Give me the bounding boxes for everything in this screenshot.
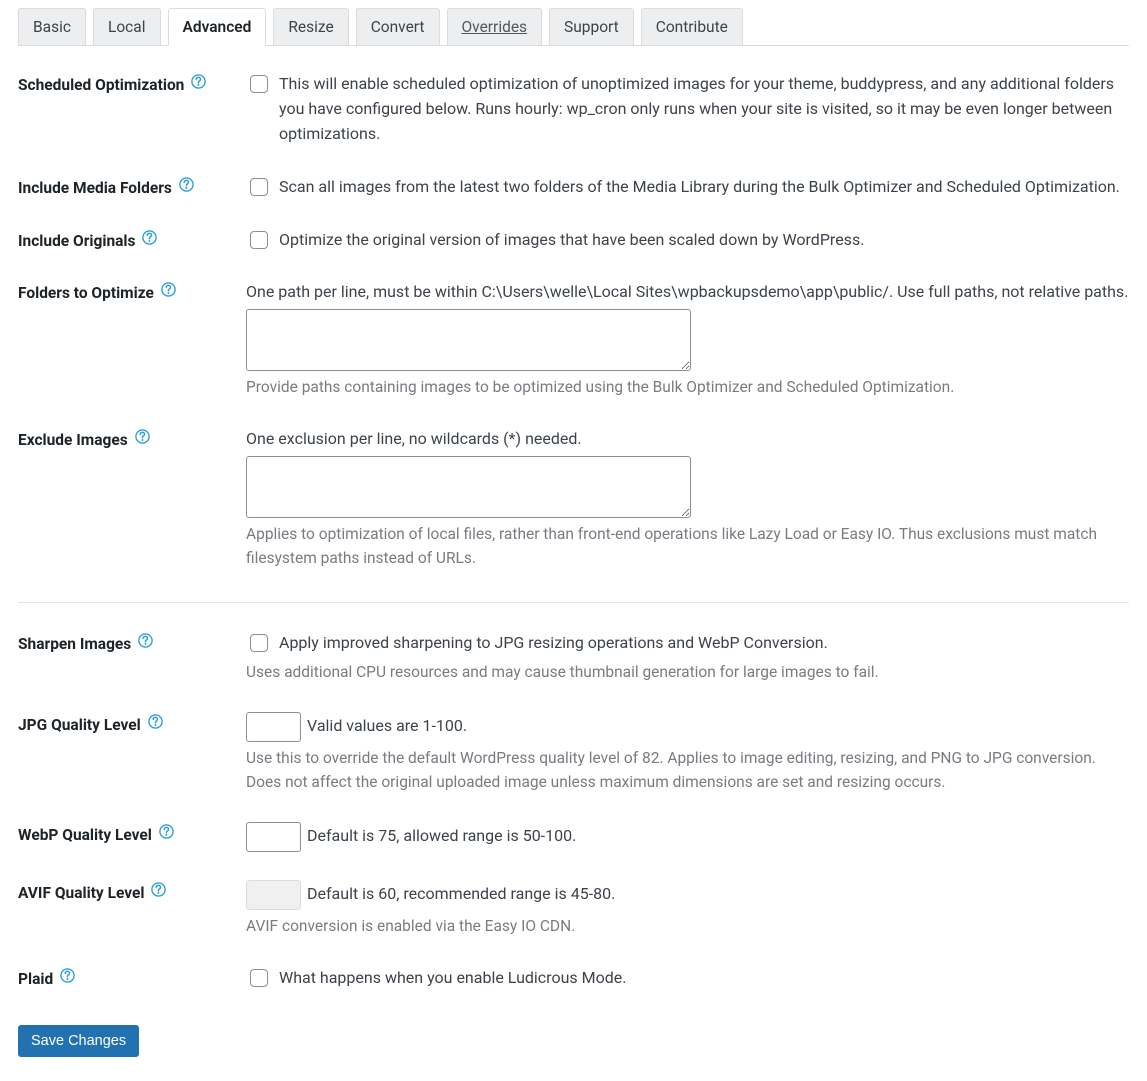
save-changes-button[interactable]: Save Changes: [18, 1025, 139, 1057]
plaid-text: What happens when you enable Ludicrous M…: [279, 966, 626, 991]
label-avif-quality: AVIF Quality Level: [18, 880, 246, 938]
tab-support[interactable]: Support: [549, 8, 634, 45]
help-icon[interactable]: [138, 633, 153, 648]
sharpen-images-checkbox[interactable]: [250, 634, 268, 652]
tab-convert[interactable]: Convert: [356, 8, 440, 45]
label-include-media-folders: Include Media Folders: [18, 175, 246, 200]
help-icon[interactable]: [142, 230, 157, 245]
jpg-quality-input[interactable]: [246, 712, 301, 742]
tab-basic[interactable]: Basic: [18, 8, 86, 45]
help-icon[interactable]: [159, 824, 174, 839]
label-folders-to-optimize: Folders to Optimize: [18, 280, 246, 399]
include-media-folders-text: Scan all images from the latest two fold…: [279, 175, 1120, 200]
webp-quality-input[interactable]: [246, 822, 301, 852]
tab-contribute[interactable]: Contribute: [641, 8, 743, 45]
tab-bar: Basic Local Advanced Resize Convert Over…: [18, 8, 1129, 46]
help-icon[interactable]: [148, 714, 163, 729]
tab-overrides[interactable]: Overrides: [447, 8, 543, 45]
include-originals-checkbox[interactable]: [250, 231, 268, 249]
scheduled-optimization-checkbox[interactable]: [250, 75, 268, 93]
scheduled-optimization-text: This will enable scheduled optimization …: [279, 72, 1129, 146]
include-media-folders-checkbox[interactable]: [250, 178, 268, 196]
jpg-quality-desc: Use this to override the default WordPre…: [246, 746, 1129, 794]
folders-to-optimize-hint-bottom: Provide paths containing images to be op…: [246, 375, 1129, 399]
sharpen-images-text: Apply improved sharpening to JPG resizin…: [279, 631, 828, 656]
folders-to-optimize-textarea[interactable]: [246, 309, 691, 371]
label-sharpen-images: Sharpen Images: [18, 631, 246, 684]
label-exclude-images: Exclude Images: [18, 427, 246, 570]
webp-quality-inline: Default is 75, allowed range is 50-100.: [307, 824, 576, 849]
help-icon[interactable]: [151, 882, 166, 897]
help-icon[interactable]: [161, 282, 176, 297]
help-icon[interactable]: [191, 74, 206, 89]
help-icon[interactable]: [60, 968, 75, 983]
tab-local[interactable]: Local: [93, 8, 161, 45]
sharpen-images-desc: Uses additional CPU resources and may ca…: [246, 660, 1129, 684]
exclude-images-hint-bottom: Applies to optimization of local files, …: [246, 522, 1129, 570]
jpg-quality-inline: Valid values are 1-100.: [307, 714, 467, 739]
include-originals-text: Optimize the original version of images …: [279, 228, 864, 253]
tab-advanced[interactable]: Advanced: [168, 8, 267, 46]
label-include-originals: Include Originals: [18, 228, 246, 253]
help-icon[interactable]: [135, 429, 150, 444]
avif-quality-desc: AVIF conversion is enabled via the Easy …: [246, 914, 1129, 938]
plaid-checkbox[interactable]: [250, 969, 268, 987]
folders-to-optimize-hint-top: One path per line, must be within C:\Use…: [246, 280, 1129, 305]
label-scheduled-optimization: Scheduled Optimization: [18, 72, 246, 146]
tab-resize[interactable]: Resize: [273, 8, 348, 45]
label-jpg-quality: JPG Quality Level: [18, 712, 246, 794]
section-divider: [18, 602, 1129, 603]
label-webp-quality: WebP Quality Level: [18, 822, 246, 852]
exclude-images-textarea[interactable]: [246, 456, 691, 518]
help-icon[interactable]: [179, 177, 194, 192]
label-plaid: Plaid: [18, 966, 246, 991]
avif-quality-inline: Default is 60, recommended range is 45-8…: [307, 882, 615, 907]
avif-quality-input: [246, 880, 301, 910]
exclude-images-hint-top: One exclusion per line, no wildcards (*)…: [246, 427, 1129, 452]
